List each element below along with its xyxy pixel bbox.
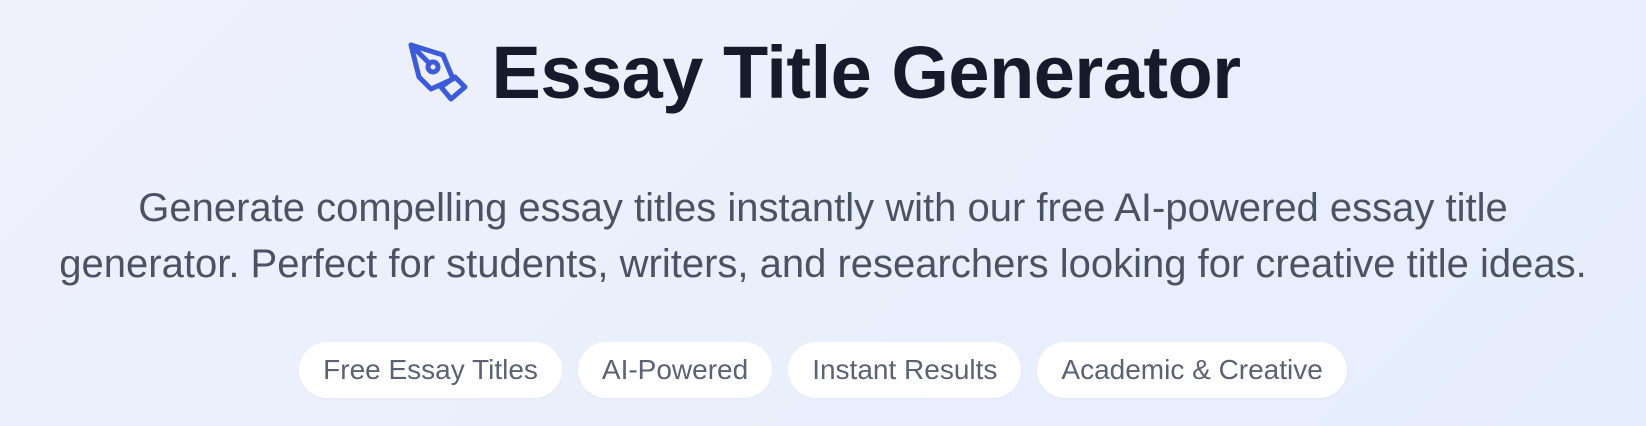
badge-ai-powered: AI-Powered [577, 342, 773, 398]
badge-free-essay-titles: Free Essay Titles [299, 342, 562, 398]
badge-instant-results: Instant Results [788, 342, 1022, 398]
page-title: Essay Title Generator [491, 31, 1241, 114]
badge-academic-creative: Academic & Creative [1037, 342, 1347, 398]
pen-nib-icon [405, 39, 469, 103]
feature-badges: Free Essay Titles AI-Powered Instant Res… [0, 342, 1646, 398]
title-row: Essay Title Generator [0, 28, 1646, 118]
page-description: Generate compelling essay titles instant… [59, 186, 1587, 286]
hero-section: Essay Title Generator Generate compellin… [0, 0, 1646, 426]
